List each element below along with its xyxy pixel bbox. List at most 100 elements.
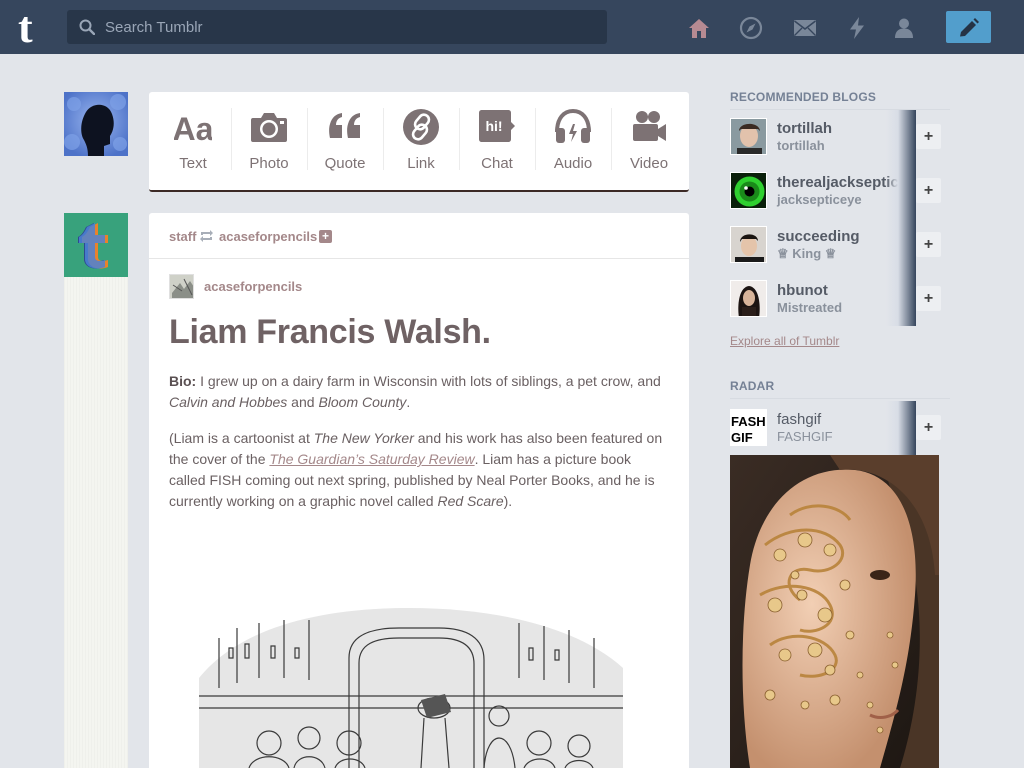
follow-button[interactable]: + [916,286,941,311]
svg-text:FASH: FASH [731,414,766,429]
chat-icon: hi! [479,110,515,142]
tumblr-logo-letter: t [18,6,33,48]
link-icon [403,109,439,145]
blog-avatar[interactable] [730,172,767,209]
follow-button[interactable]: + [916,415,941,440]
post-type-link[interactable]: Link [383,92,459,190]
video-camera-icon [633,111,666,141]
source-blog-name[interactable]: acaseforpencils [204,279,302,294]
explore-icon[interactable] [739,16,763,40]
search-icon [79,19,95,35]
post-composer: Aa Text Photo Quote Link hi! Chat Audio … [149,92,689,192]
user-avatar[interactable] [64,92,128,156]
post-body: Bio: I grew up on a dairy farm in Wiscon… [169,371,669,527]
details-paragraph: (Liam is a cartoonist at The New Yorker … [169,428,669,512]
post-type-label: Quote [324,155,366,172]
headphones-icon [555,108,591,143]
post-type-label: Text [179,155,207,172]
post-type-quote[interactable]: Quote [307,92,383,190]
source-blog-avatar[interactable] [169,274,194,299]
fade-overlay [886,110,916,164]
bio-text: and [287,394,319,410]
blog-title: ♕ King ♕ [777,246,837,261]
details-text: ). [503,493,513,509]
avatar-column-background [64,277,128,768]
pencil-icon [960,18,979,37]
svg-text:hi!: hi! [485,118,502,134]
fade-overlay [886,272,916,326]
search-box[interactable] [67,10,607,44]
blog-title: jacksepticeye [777,192,862,207]
tumblr-logo[interactable]: t [15,3,53,52]
inbox-icon[interactable] [793,16,817,40]
details-emphasis: Red Scare [437,493,504,509]
recommended-blogs-heading: RECOMMENDED BLOGS [730,90,877,104]
bio-paragraph: Bio: I grew up on a dairy farm in Wiscon… [169,371,669,413]
follow-plus-icon[interactable]: + [319,230,332,243]
bio-emphasis: Calvin and Hobbes [169,394,288,410]
compose-button[interactable] [946,11,991,43]
details-text: (Liam is a cartoonist at [169,430,314,446]
post-type-video[interactable]: Video [611,92,687,190]
post-type-label: Video [629,155,669,172]
account-icon[interactable] [892,16,916,40]
blog-avatar[interactable] [730,118,767,155]
post-type-label: Chat [481,155,513,172]
post-title: Liam Francis Walsh. [169,313,491,351]
blog-name[interactable]: tortillah [777,120,832,137]
recommended-blog-row[interactable]: therealjacksepticeye jacksepticeye + [730,164,950,218]
svg-text:GIF: GIF [731,430,753,445]
bio-label: Bio: [169,373,197,389]
reblogger-link[interactable]: staff [169,229,196,244]
top-navigation-bar: t [0,0,1024,54]
text-icon: Aa [174,111,212,146]
reblog-icon [200,230,213,242]
recommended-blog-row[interactable]: succeeding ♕ King ♕ + [730,218,950,272]
recommended-blog-row[interactable]: tortillah tortillah + [730,110,950,164]
dashboard-post: staff acaseforpencils + acaseforpencils … [149,213,689,768]
post-type-photo[interactable]: Photo [231,92,307,190]
blog-title: Mistreated [777,300,843,315]
fade-overlay [886,218,916,272]
post-type-label: Audio [553,155,593,172]
follow-button[interactable]: + [916,178,941,203]
fade-overlay [886,401,916,455]
home-icon[interactable] [687,16,711,40]
blog-title: tortillah [777,138,825,153]
post-header: staff acaseforpencils + [149,213,689,259]
guardian-review-link[interactable]: The Guardian’s Saturday Review [269,451,474,467]
blog-avatar[interactable] [730,280,767,317]
radar-heading: RADAR [730,379,775,393]
blog-name[interactable]: succeeding [777,228,860,245]
guardian-review-link-text: The Guardian’s Saturday Review [269,451,475,467]
bio-emphasis: Bloom County [318,394,407,410]
radar-blog-row[interactable]: FASH GIF fashgif FASHGIF + [730,401,950,455]
camera-icon [251,113,287,142]
radar-post-image[interactable] [730,455,939,768]
blog-title: FASHGIF [777,429,833,444]
activity-icon[interactable] [845,16,869,40]
post-type-label: Link [407,155,435,172]
explore-tumblr-link[interactable]: Explore all of Tumblr [730,334,839,348]
blog-avatar[interactable] [730,226,767,263]
divider [730,398,950,399]
staff-avatar[interactable] [64,213,128,277]
reblog-source-link[interactable]: acaseforpencils [219,229,317,244]
svg-text:Aa: Aa [174,111,212,146]
bio-text: . [406,394,411,410]
fade-overlay [886,164,916,218]
search-input[interactable] [105,10,595,44]
post-type-chat[interactable]: hi! Chat [459,92,535,190]
cartoon-image[interactable] [199,608,623,768]
blog-name[interactable]: hbunot [777,282,828,299]
recommended-blog-row[interactable]: hbunot Mistreated + [730,272,950,326]
blog-name[interactable]: fashgif [777,411,821,428]
follow-button[interactable]: + [916,124,941,149]
post-type-text[interactable]: Aa Text [155,92,231,190]
details-emphasis: The New Yorker [313,430,414,446]
post-type-audio[interactable]: Audio [535,92,611,190]
follow-button[interactable]: + [916,232,941,257]
post-type-label: Photo [249,155,289,172]
quote-icon [329,113,360,138]
blog-avatar[interactable]: FASH GIF [730,409,767,446]
